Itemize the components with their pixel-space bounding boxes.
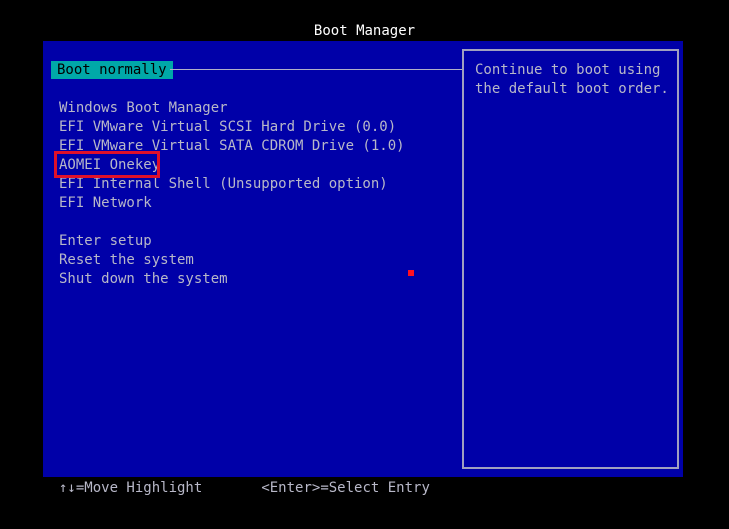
menu-item-windows-boot-manager[interactable]: Windows Boot Manager bbox=[59, 99, 405, 118]
menu-spacer bbox=[59, 213, 405, 232]
selection-connector-line bbox=[170, 69, 463, 70]
help-panel: Continue to boot using the default boot … bbox=[462, 49, 679, 469]
page-title: Boot Manager bbox=[313, 23, 416, 39]
menu-item-efi-scsi-hard-drive[interactable]: EFI VMware Virtual SCSI Hard Drive (0.0) bbox=[59, 118, 405, 137]
move-highlight-hint: ↑↓=Move Highlight bbox=[59, 480, 203, 496]
menu-item-efi-network[interactable]: EFI Network bbox=[59, 194, 405, 213]
boot-menu-panel: Boot normally Windows Boot Manager EFI V… bbox=[43, 41, 683, 477]
annotation-highlight-box bbox=[54, 151, 160, 178]
help-text: Continue to boot using the default boot … bbox=[475, 62, 669, 97]
menu-item-boot-normally[interactable]: Boot normally bbox=[51, 61, 173, 79]
menu-item-enter-setup[interactable]: Enter setup bbox=[59, 232, 405, 251]
boot-entry-list: Windows Boot Manager EFI VMware Virtual … bbox=[59, 99, 405, 289]
menu-item-reset-system[interactable]: Reset the system bbox=[59, 251, 405, 270]
annotation-dot bbox=[408, 270, 414, 276]
footer-hints: ↑↓=Move Highlight <Enter>=Select Entry bbox=[59, 479, 430, 497]
select-entry-hint: <Enter>=Select Entry bbox=[261, 480, 430, 496]
menu-item-shut-down[interactable]: Shut down the system bbox=[59, 270, 405, 289]
